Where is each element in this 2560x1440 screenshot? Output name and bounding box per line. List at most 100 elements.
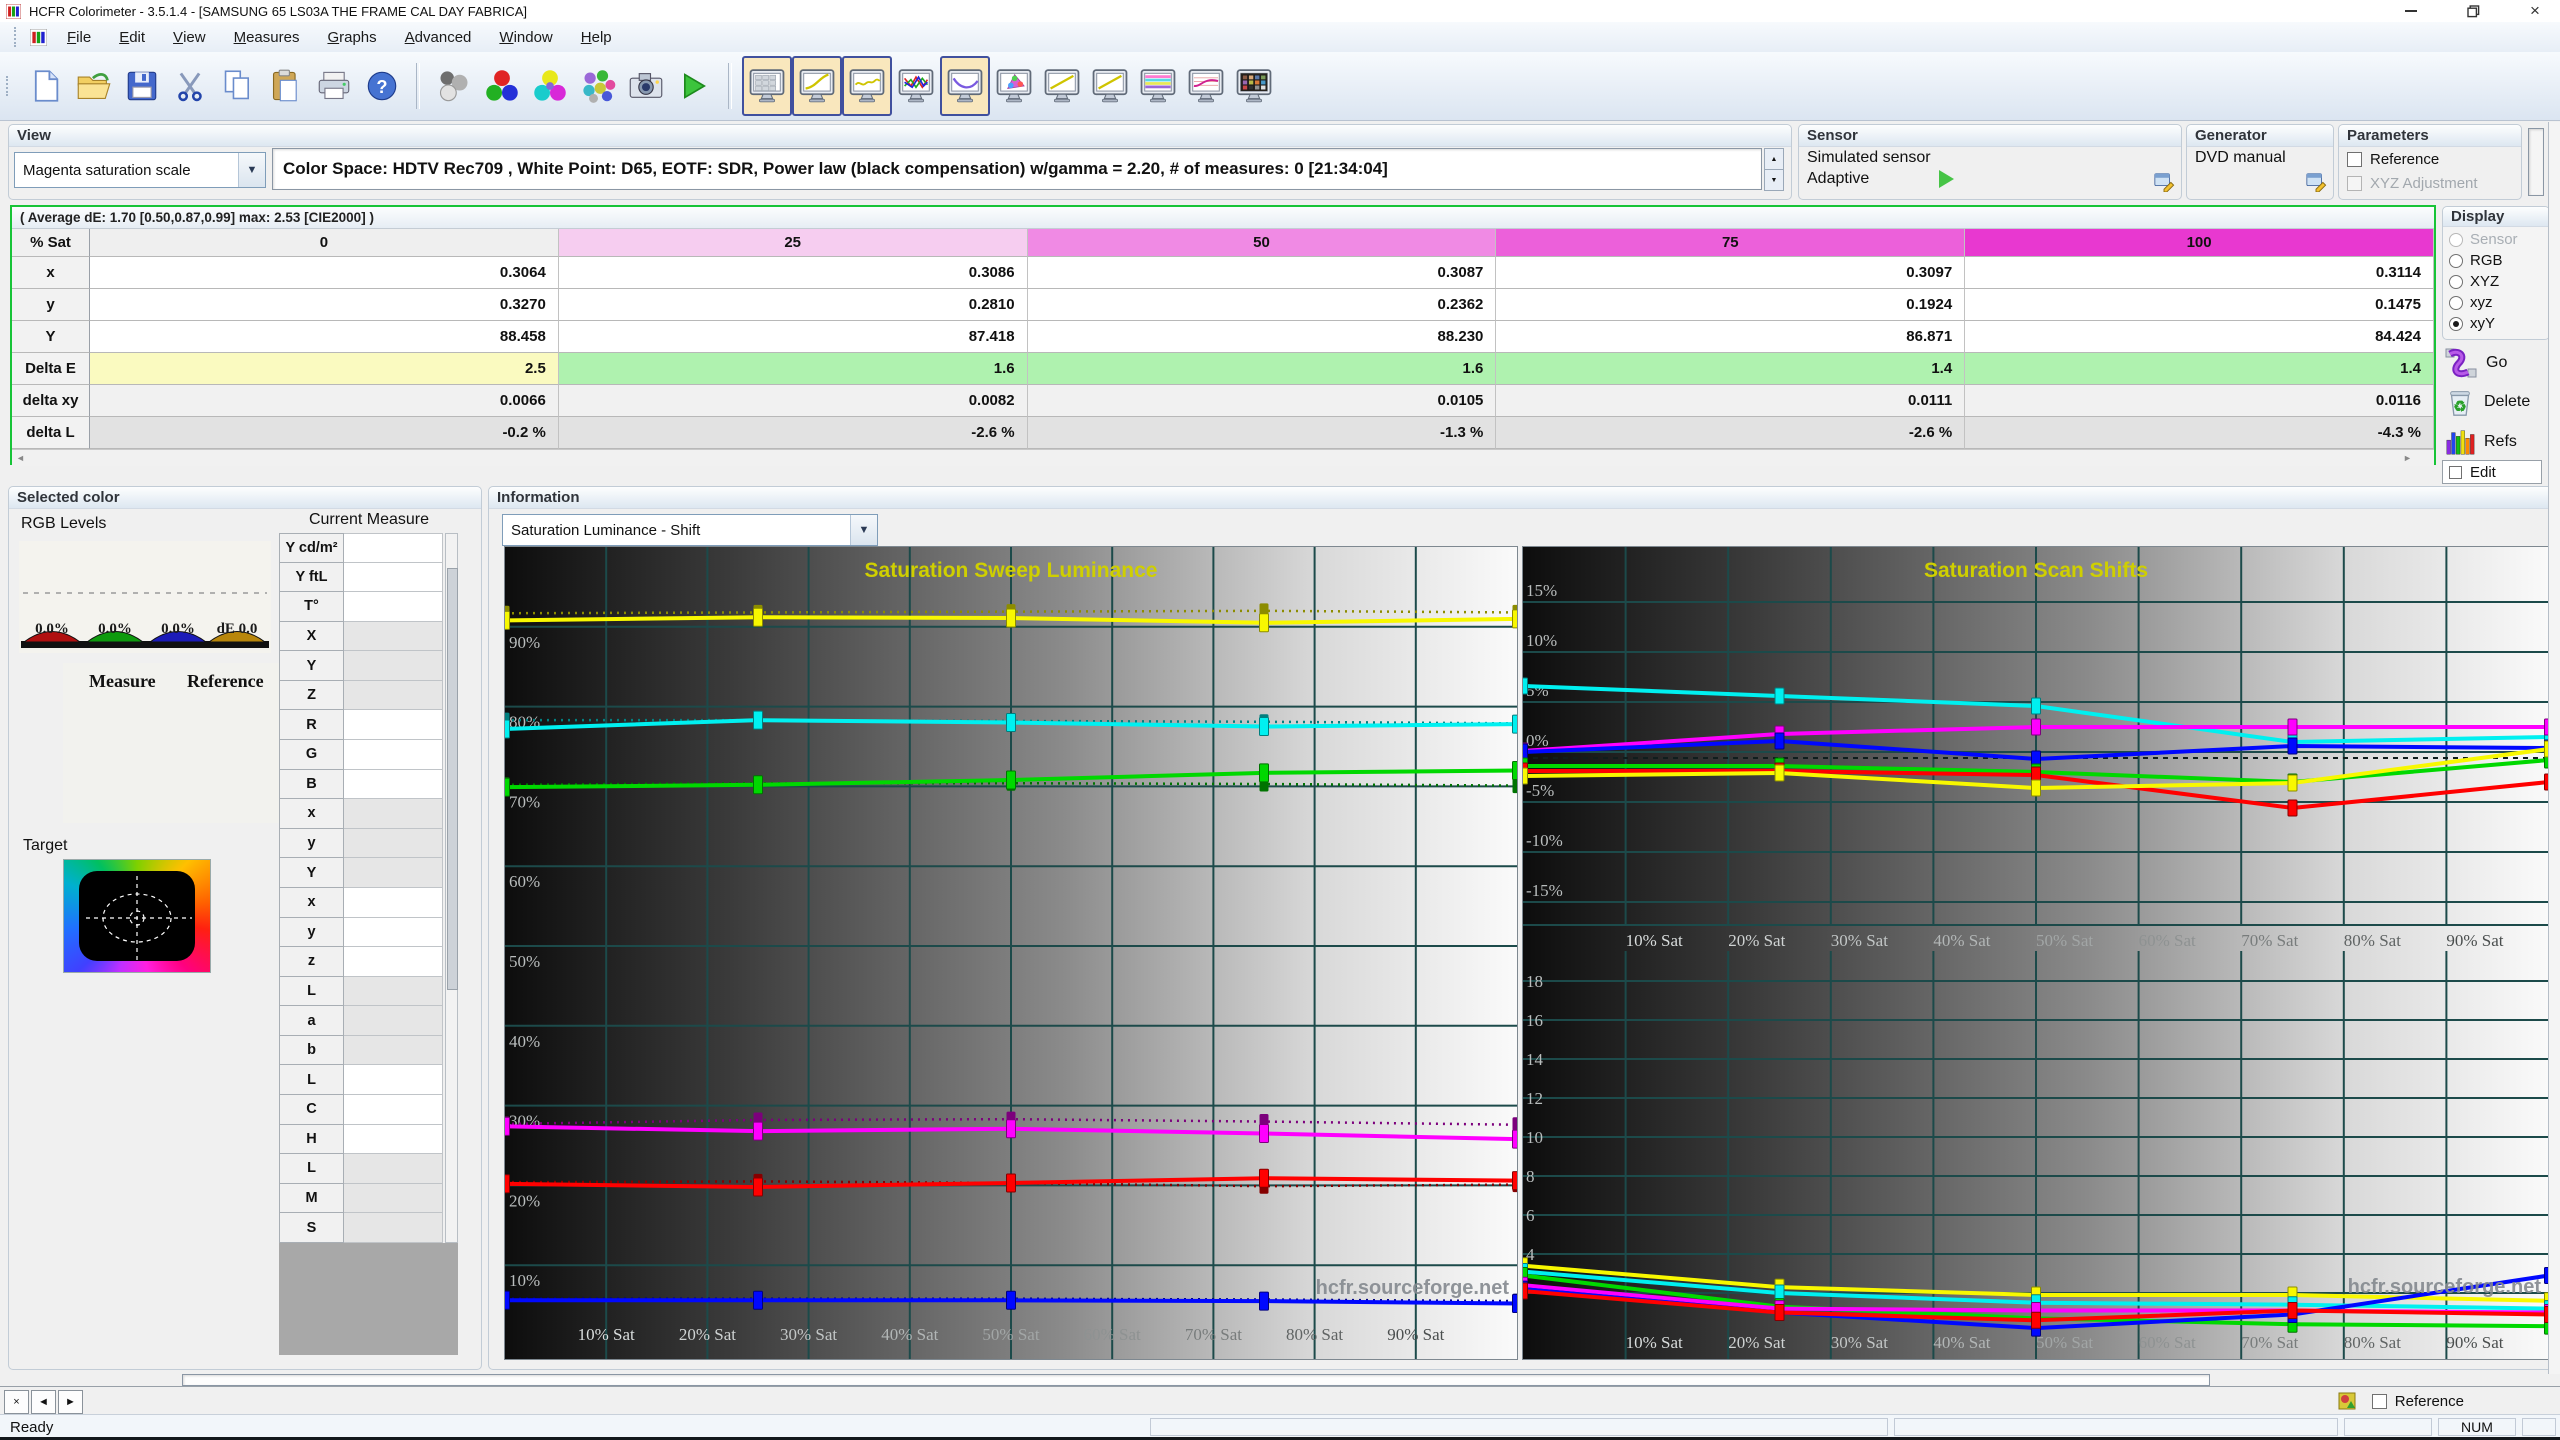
view-measure-chart-icon[interactable] <box>1182 57 1230 115</box>
sat-col-header[interactable]: 0 <box>90 229 559 257</box>
menu-measures[interactable]: Measures <box>220 22 314 52</box>
tab-scroll-right-icon[interactable]: ► <box>58 1390 83 1414</box>
sat-col-header[interactable]: % Sat <box>12 229 90 257</box>
sat-value-cell[interactable]: 0.3097 <box>1496 257 1965 289</box>
sat-value-cell[interactable]: 87.418 <box>559 321 1028 353</box>
sat-value-cell[interactable]: 0.3087 <box>1028 257 1497 289</box>
restore-button[interactable] <box>2442 0 2504 22</box>
secondaries-measure-icon[interactable] <box>526 57 574 115</box>
menu-file[interactable]: File <box>53 22 105 52</box>
primaries-measure-icon[interactable] <box>478 57 526 115</box>
radio-button-icon[interactable] <box>2449 317 2463 331</box>
sat-row-label[interactable]: delta xy <box>12 385 90 417</box>
radio-button-icon[interactable] <box>2449 254 2463 268</box>
sat-value-cell[interactable]: 88.230 <box>1028 321 1497 353</box>
sat-value-cell[interactable]: 84.424 <box>1965 321 2434 353</box>
sat-value-cell[interactable]: 0.0116 <box>1965 385 2434 417</box>
new-file-icon[interactable] <box>22 57 70 115</box>
menu-help[interactable]: Help <box>567 22 626 52</box>
scrollbar-thumb[interactable] <box>447 568 458 990</box>
sat-value-cell[interactable]: 2.5 <box>90 353 559 385</box>
sat-value-cell[interactable]: 0.0066 <box>90 385 559 417</box>
scroll-left-icon[interactable]: ◄ <box>12 450 29 465</box>
sat-row-label[interactable]: Delta E <box>12 353 90 385</box>
spin-down-button[interactable]: ▼ <box>1764 170 1784 191</box>
sat-value-cell[interactable]: 1.4 <box>1496 353 1965 385</box>
chevron-down-icon[interactable]: ▼ <box>238 153 265 187</box>
mdi-right-scrollbar[interactable] <box>2548 122 2560 1374</box>
radio-xyz[interactable]: xyz <box>2449 292 2543 313</box>
open-file-icon[interactable] <box>70 57 118 115</box>
view-near-black-icon[interactable] <box>842 56 892 116</box>
saturation-scale-select[interactable]: Magenta saturation scale ▼ <box>14 152 266 188</box>
radio-button-icon[interactable] <box>2449 275 2463 289</box>
free-measure-icon[interactable] <box>574 57 622 115</box>
close-button[interactable]: × <box>2504 0 2560 22</box>
view-cie-diagram-icon[interactable] <box>990 57 1038 115</box>
sat-value-cell[interactable]: 0.1924 <box>1496 289 1965 321</box>
cut-icon[interactable] <box>166 57 214 115</box>
sat-value-cell[interactable]: 0.3114 <box>1965 257 2434 289</box>
print-icon[interactable] <box>310 57 358 115</box>
information-mode-select[interactable]: Saturation Luminance - Shift ▼ <box>502 514 878 546</box>
sat-col-header[interactable]: 100 <box>1965 229 2434 257</box>
run-measure-icon[interactable] <box>670 57 718 115</box>
view-luminance-icon[interactable] <box>940 56 990 116</box>
view-luma-ramp-icon[interactable] <box>1038 57 1086 115</box>
sat-row-label[interactable]: x <box>12 257 90 289</box>
reference-checkbox[interactable] <box>2347 152 2362 167</box>
sat-value-cell[interactable]: 1.4 <box>1965 353 2434 385</box>
menu-view[interactable]: View <box>159 22 220 52</box>
sat-col-header[interactable]: 25 <box>559 229 1028 257</box>
snapshot-icon[interactable] <box>622 57 670 115</box>
generator-config-icon[interactable] <box>2305 170 2327 196</box>
sensor-run-icon[interactable] <box>1939 170 1954 188</box>
minimize-button[interactable] <box>2380 0 2442 22</box>
sat-value-cell[interactable]: 0.1475 <box>1965 289 2434 321</box>
view-rgb-histogram-icon[interactable] <box>742 56 792 116</box>
menu-advanced[interactable]: Advanced <box>391 22 486 52</box>
sat-value-cell[interactable]: 88.458 <box>90 321 559 353</box>
view-rgb-levels-icon[interactable] <box>892 57 940 115</box>
sat-value-cell[interactable]: 0.0111 <box>1496 385 1965 417</box>
sat-value-cell[interactable]: 1.6 <box>1028 353 1497 385</box>
sat-value-cell[interactable]: 0.3270 <box>90 289 559 321</box>
menu-graphs[interactable]: Graphs <box>313 22 390 52</box>
menu-edit[interactable]: Edit <box>105 22 159 52</box>
sat-col-header[interactable]: 50 <box>1028 229 1497 257</box>
view-color-bars-icon[interactable] <box>1134 57 1182 115</box>
sat-value-cell[interactable]: -2.6 % <box>1496 417 1965 449</box>
tab-scroll-left-icon[interactable]: ◄ <box>31 1390 56 1414</box>
chevron-down-icon-2[interactable]: ▼ <box>850 515 877 545</box>
sat-value-cell[interactable]: 86.871 <box>1496 321 1965 353</box>
save-icon[interactable] <box>118 57 166 115</box>
radio-RGB[interactable]: RGB <box>2449 250 2543 271</box>
edit-toggle[interactable]: Edit <box>2442 460 2542 484</box>
sat-col-header[interactable]: 75 <box>1496 229 1965 257</box>
sat-value-cell[interactable]: -2.6 % <box>559 417 1028 449</box>
grayscale-measure-icon[interactable] <box>430 57 478 115</box>
sat-value-cell[interactable]: 0.3064 <box>90 257 559 289</box>
sat-value-cell[interactable]: 0.2810 <box>559 289 1028 321</box>
radio-xyY[interactable]: xyY <box>2449 313 2543 334</box>
sat-value-cell[interactable]: 1.6 <box>559 353 1028 385</box>
measure-table-scrollbar[interactable] <box>445 533 458 1243</box>
bottom-hscrollbar[interactable] <box>182 1374 2210 1386</box>
sat-value-cell[interactable]: 0.0105 <box>1028 385 1497 417</box>
view-contrast-icon[interactable] <box>1086 57 1134 115</box>
panel-scrollbar[interactable] <box>2528 128 2544 196</box>
sat-row-label[interactable]: Y <box>12 321 90 353</box>
sat-value-cell[interactable]: -4.3 % <box>1965 417 2434 449</box>
copy-icon[interactable] <box>214 57 262 115</box>
sat-value-cell[interactable]: -0.2 % <box>90 417 559 449</box>
scroll-right-icon[interactable]: ► <box>2399 450 2416 465</box>
sat-value-cell[interactable]: -1.3 % <box>1028 417 1497 449</box>
sensor-config-icon[interactable] <box>2153 170 2175 196</box>
reference-toggle[interactable]: Reference <box>2372 1393 2464 1410</box>
delete-button[interactable]: ♻ Delete <box>2444 386 2530 418</box>
table-hscrollbar[interactable]: ◄ ► <box>12 449 2434 466</box>
sat-row-label[interactable]: delta L <box>12 417 90 449</box>
paste-icon[interactable] <box>262 57 310 115</box>
sat-value-cell[interactable]: 0.2362 <box>1028 289 1497 321</box>
sat-value-cell[interactable]: 0.3086 <box>559 257 1028 289</box>
